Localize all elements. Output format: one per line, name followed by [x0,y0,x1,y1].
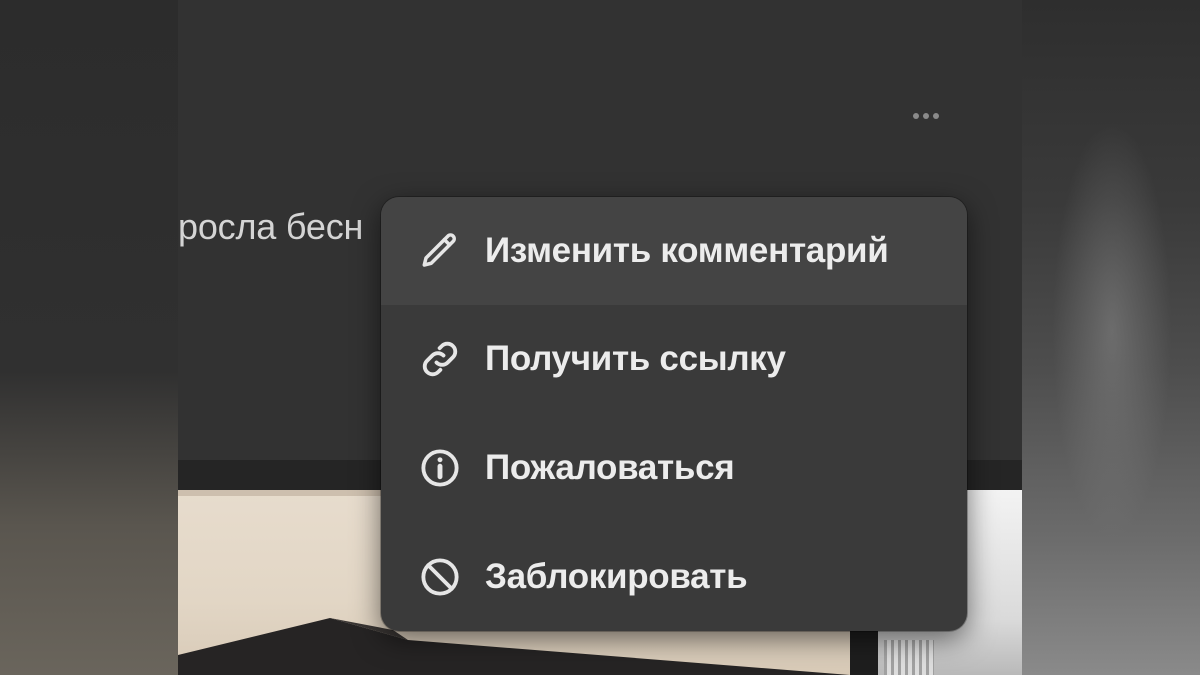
blurred-background-right [1022,0,1200,675]
more-horizontal-icon-dot [923,113,929,119]
app-viewport: росла бесн Изменить комментарий Получить… [0,0,1200,675]
menu-item-report[interactable]: Пожаловаться [381,414,967,522]
menu-item-label: Заблокировать [485,557,748,596]
menu-item-label: Получить ссылку [485,339,786,378]
menu-item-edit-comment[interactable]: Изменить комментарий [381,197,967,305]
comment-context-menu: Изменить комментарий Получить ссылку Пож… [381,197,967,631]
blurred-background-left [0,0,178,675]
more-horizontal-icon-dot [933,113,939,119]
menu-item-get-link[interactable]: Получить ссылку [381,305,967,413]
menu-item-block[interactable]: Заблокировать [381,523,967,631]
comment-text: росла бесн [178,206,364,247]
more-horizontal-icon [913,113,919,119]
pencil-icon [419,230,461,272]
more-options-button[interactable] [904,102,948,130]
info-icon [419,447,461,489]
block-icon [419,556,461,598]
menu-item-label: Изменить комментарий [485,231,889,270]
photo-secondary-detail [884,640,934,675]
link-icon [419,338,461,380]
menu-item-label: Пожаловаться [485,448,735,487]
